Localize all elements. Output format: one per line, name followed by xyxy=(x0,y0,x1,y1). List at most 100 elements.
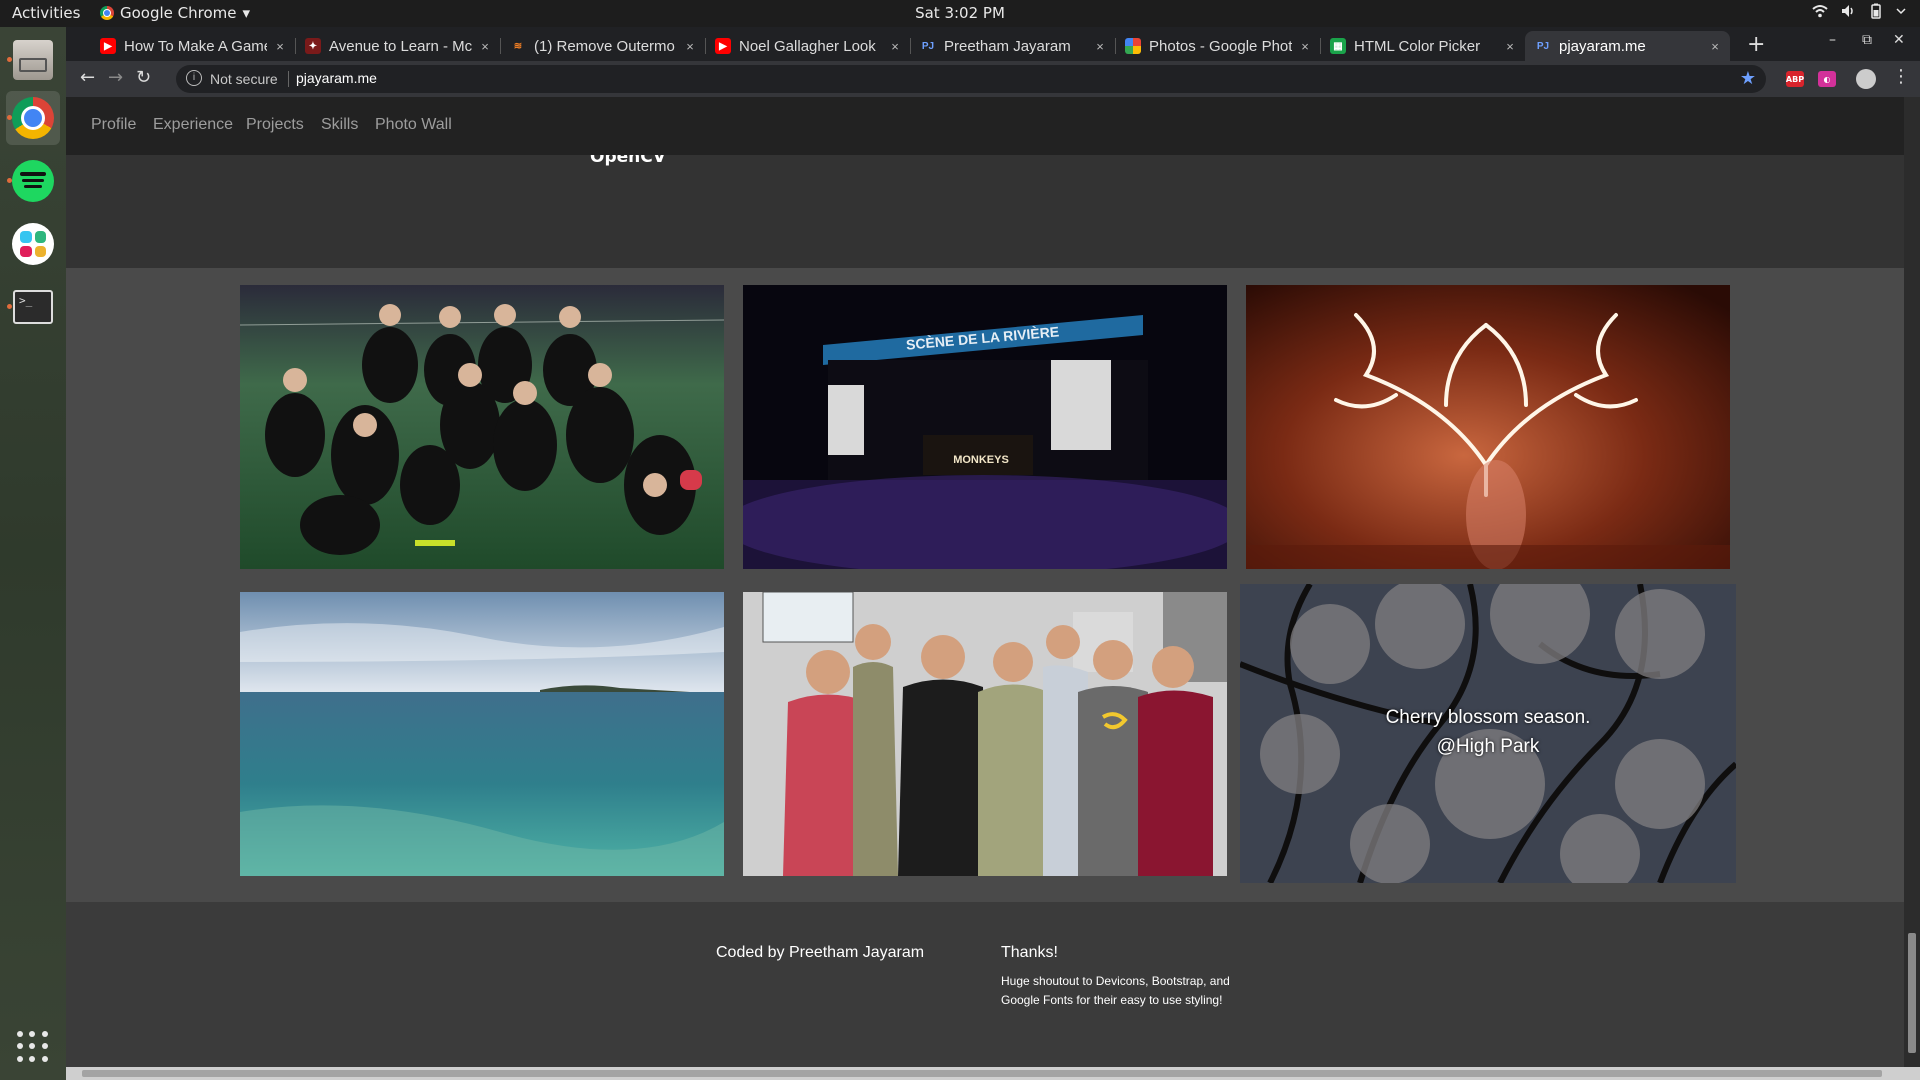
spotify-icon xyxy=(12,160,54,202)
info-icon[interactable]: i xyxy=(186,70,202,86)
stackoverflow-icon: ≋ xyxy=(513,40,523,52)
browser-toolbar: ← → ↻ i Not secure pjayaram.me ★ ABP ◐ ⋮ xyxy=(66,61,1920,97)
close-tab-icon[interactable]: × xyxy=(1708,39,1722,54)
colorpicker-icon: ▦ xyxy=(1330,38,1346,54)
page-viewport: Profile Experience Projects Skills Photo… xyxy=(66,97,1904,1067)
footer-thanks-text: Huge shoutout to Devicons, Bootstrap, an… xyxy=(1001,974,1230,1007)
close-tab-icon[interactable]: × xyxy=(683,39,697,54)
browser-tab[interactable]: ▦ HTML Color Picker × xyxy=(1320,31,1525,61)
app-menu-label: Google Chrome xyxy=(120,4,237,22)
group-photo[interactable] xyxy=(743,592,1227,876)
address-bar[interactable]: i Not secure pjayaram.me ★ xyxy=(176,65,1766,93)
avenue-icon: ✦ xyxy=(305,38,321,54)
system-tray[interactable] xyxy=(1812,3,1906,19)
nav-link-skills[interactable]: Skills xyxy=(321,116,358,134)
team-photo[interactable] xyxy=(240,285,724,569)
cherry-blossom-photo[interactable]: Cherry blossom season. @High Park xyxy=(1240,584,1736,883)
reload-button[interactable]: ↻ xyxy=(136,67,151,88)
browser-tab[interactable]: Photos - Google Phot × xyxy=(1115,31,1320,61)
close-tab-icon[interactable]: × xyxy=(273,39,287,54)
close-tab-icon[interactable]: × xyxy=(1093,39,1107,54)
restore-button[interactable]: ⧉ xyxy=(1862,32,1872,48)
back-button[interactable]: ← xyxy=(80,67,95,88)
dock-terminal[interactable]: >_ xyxy=(6,280,60,334)
dock: >_ xyxy=(0,27,66,1080)
chrome-app-icon xyxy=(100,6,114,20)
running-indicator xyxy=(7,57,12,62)
site-footer: Coded by Preetham Jayaram Thanks! Huge s… xyxy=(66,902,1904,1067)
band-sign: MONKEYS xyxy=(953,454,1009,466)
photo-caption: Cherry blossom season. @High Park xyxy=(1240,703,1736,761)
slack-icon xyxy=(12,223,54,265)
vertical-scrollbar[interactable] xyxy=(1904,97,1920,1067)
dock-slack[interactable] xyxy=(6,217,60,271)
tab-title: Preetham Jayaram xyxy=(944,37,1071,55)
footer-thanks-heading: Thanks! xyxy=(1001,944,1058,961)
system-top-bar: Activities Google Chrome ▾ Sat 3:02 PM xyxy=(0,0,1920,27)
nav-link-experience[interactable]: Experience xyxy=(153,116,233,134)
close-tab-icon[interactable]: × xyxy=(1503,39,1517,54)
browser-tab[interactable]: PJ pjayaram.me × xyxy=(1525,31,1730,61)
new-tab-button[interactable]: + xyxy=(1747,32,1765,57)
bookmark-star-icon[interactable]: ★ xyxy=(1740,68,1756,89)
close-window-button[interactable]: ✕ xyxy=(1893,32,1905,48)
nav-link-projects[interactable]: Projects xyxy=(246,116,304,134)
browser-tab[interactable]: ✦ Avenue to Learn - Mc × xyxy=(295,31,500,61)
photo-wall: SCÈNE DE LA RIVIÈRE MONKEYS Cherry bloss… xyxy=(66,268,1904,902)
tab-title: Noel Gallagher Look xyxy=(739,37,876,55)
skills-section: OpenCV xyxy=(66,147,1904,268)
app-menu[interactable]: Google Chrome ▾ xyxy=(100,4,250,22)
caption-line-2: @High Park xyxy=(1436,736,1540,757)
profile-avatar-icon[interactable] xyxy=(1856,69,1876,89)
lake-photo[interactable] xyxy=(240,592,724,876)
close-tab-icon[interactable]: × xyxy=(478,39,492,54)
tab-strip: ▶ How To Make A Game × ✦ Avenue to Learn - M… xyxy=(66,27,1920,61)
power-menu-arrow-icon xyxy=(1896,8,1906,15)
close-tab-icon[interactable]: × xyxy=(1298,39,1312,54)
footer-credit: Coded by Preetham Jayaram xyxy=(716,944,925,961)
horizontal-scrollbar-thumb[interactable] xyxy=(82,1070,1882,1077)
tab-title: Photos - Google Phot xyxy=(1149,37,1292,55)
vertical-scrollbar-thumb[interactable] xyxy=(1908,933,1916,1053)
url-text[interactable]: pjayaram.me xyxy=(296,70,377,86)
youtube-icon: ▶ xyxy=(715,38,731,54)
tab-title: Avenue to Learn - Mc xyxy=(329,37,472,55)
extension-icon[interactable]: ◐ xyxy=(1818,71,1836,87)
pj-icon: PJ xyxy=(1536,40,1550,52)
concert-photo[interactable]: SCÈNE DE LA RIVIÈRE MONKEYS xyxy=(743,285,1227,569)
close-tab-icon[interactable]: × xyxy=(888,39,902,54)
dock-spotify[interactable] xyxy=(6,154,60,208)
browser-menu-icon[interactable]: ⋮ xyxy=(1892,66,1910,87)
dock-files[interactable] xyxy=(6,33,60,87)
dock-google-chrome[interactable] xyxy=(6,91,60,145)
browser-tab[interactable]: ▶ Noel Gallagher Look × xyxy=(705,31,910,61)
horizontal-scrollbar[interactable] xyxy=(66,1067,1920,1080)
wifi-icon xyxy=(1812,5,1828,18)
chrome-icon xyxy=(12,97,54,139)
tab-title: pjayaram.me xyxy=(1559,37,1646,55)
browser-tab[interactable]: ≋ (1) Remove Outermo × xyxy=(500,31,705,61)
tab-title: How To Make A Game xyxy=(124,37,267,55)
nav-link-profile[interactable]: Profile xyxy=(91,116,136,134)
nav-link-photo-wall[interactable]: Photo Wall xyxy=(375,116,452,134)
browser-tab[interactable]: PJ Preetham Jayaram × xyxy=(910,31,1115,61)
clock[interactable]: Sat 3:02 PM xyxy=(0,4,1920,22)
divider xyxy=(288,71,289,87)
pj-icon: PJ xyxy=(921,40,935,52)
sparkler-photo[interactable] xyxy=(1246,285,1730,569)
battery-icon xyxy=(1871,3,1881,19)
activities-button[interactable]: Activities xyxy=(12,4,80,22)
tab-title: HTML Color Picker xyxy=(1354,37,1481,55)
terminal-icon: >_ xyxy=(13,290,53,324)
adblock-plus-icon[interactable]: ABP xyxy=(1786,71,1804,87)
chevron-down-icon: ▾ xyxy=(242,4,251,22)
running-indicator xyxy=(7,304,12,309)
security-label[interactable]: Not secure xyxy=(210,71,278,87)
google-photos-icon xyxy=(1125,38,1141,54)
files-icon xyxy=(13,40,53,80)
show-applications-icon[interactable] xyxy=(17,1031,49,1063)
forward-button[interactable]: → xyxy=(108,67,123,88)
browser-tab[interactable]: ▶ How To Make A Game × xyxy=(90,31,295,61)
minimize-button[interactable]: – xyxy=(1829,32,1836,48)
volume-icon xyxy=(1842,5,1853,17)
